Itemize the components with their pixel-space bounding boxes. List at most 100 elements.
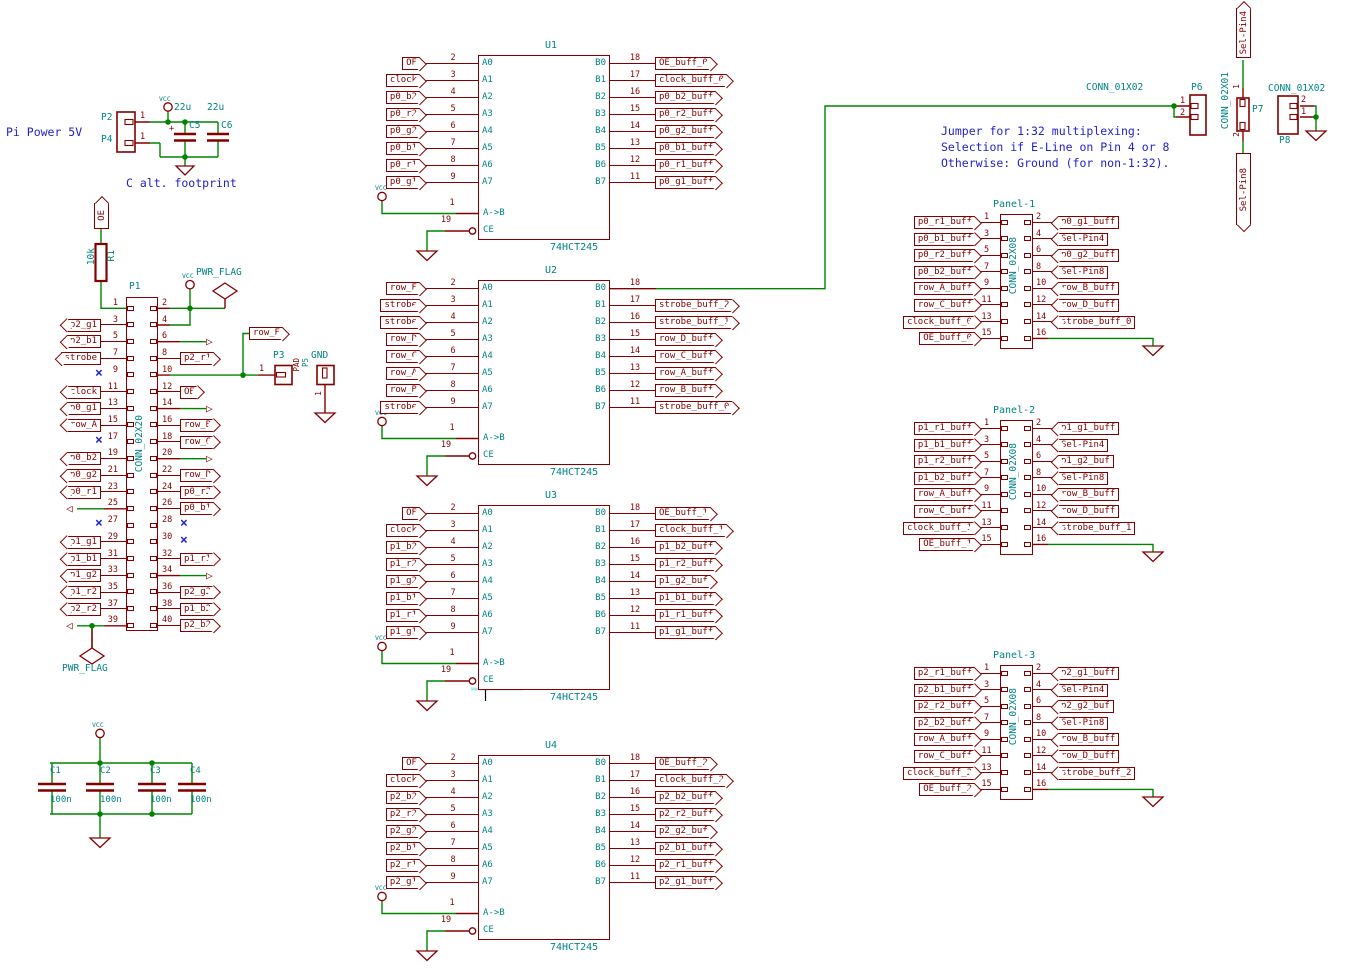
net-label[interactable]: p0_r1: [386, 159, 420, 172]
net-label[interactable]: row_A_buff: [914, 733, 975, 746]
chip-u3[interactable]: U3 OE 2 A0 B0 18 OE_buff_1 clock 3 A1 B1: [370, 480, 770, 710]
net-label[interactable]: Sel-Pin8: [1058, 472, 1108, 485]
net-label[interactable]: p1_g1: [386, 626, 420, 639]
net-label[interactable]: p0_b1_buff: [914, 233, 975, 246]
chip-u1[interactable]: U1 OE 2 A0 B0 18 OE_buff_0 clock 3 A1 B1: [370, 30, 770, 260]
net-label[interactable]: row_D_buff: [1058, 505, 1119, 518]
capacitor[interactable]: C1 100n: [50, 766, 61, 776]
net-label[interactable]: p1_r1: [180, 553, 214, 566]
net-label[interactable]: row_C: [180, 436, 214, 449]
net-label[interactable]: row_C: [386, 350, 420, 363]
net-label[interactable]: p0_b2_buff: [914, 266, 975, 279]
net-label[interactable]: OE: [402, 507, 420, 520]
net-label[interactable]: clock: [386, 774, 420, 787]
net-label[interactable]: p2_g2_buf: [655, 825, 711, 838]
chip-u2[interactable]: U2 row_E 2 A0 B0 18 strobe 3 A1 B1: [370, 255, 770, 485]
net-label[interactable]: p0_g2_buff: [655, 125, 716, 138]
net-label[interactable]: row_A_buff: [655, 367, 716, 380]
net-label[interactable]: p1_r1_buff: [914, 422, 975, 435]
net-label[interactable]: row_D_buff: [655, 333, 716, 346]
net-label[interactable]: row_B: [180, 419, 214, 432]
net-label[interactable]: p0_b2: [386, 91, 420, 104]
net-label[interactable]: p0_g2: [386, 125, 420, 138]
net-label[interactable]: OE_buff_0: [655, 57, 711, 70]
net-label[interactable]: row_B_buff: [1058, 733, 1119, 746]
net-label[interactable]: p1_r2: [386, 558, 420, 571]
net-label[interactable]: p2_g1_buff: [655, 876, 716, 889]
net-label[interactable]: p2_b2: [386, 791, 420, 804]
net-label[interactable]: strobe: [61, 352, 101, 365]
net-label[interactable]: p2_g2: [180, 586, 214, 599]
net-label[interactable]: p0_g1: [67, 402, 101, 415]
net-label[interactable]: strobe_buff_1: [655, 316, 732, 329]
net-label[interactable]: p2_b1_buff: [914, 684, 975, 697]
net-label[interactable]: row_E: [386, 282, 420, 295]
connector-panel-2[interactable]: Panel-2 CONN_02X08 p1_r1_buff 1 2 p1_g1_…: [890, 401, 1170, 566]
net-label[interactable]: row_C_buff: [914, 299, 975, 312]
net-label[interactable]: p1_b1_buff: [655, 592, 716, 605]
net-label-sel-pin8-vertical[interactable]: Sel-Pin8: [1236, 153, 1251, 225]
net-label[interactable]: row_B_buff: [655, 384, 716, 397]
net-label[interactable]: p1_b1_buff: [914, 439, 975, 452]
net-label[interactable]: p2_r1: [180, 352, 214, 365]
net-label[interactable]: row_B_buff: [1058, 282, 1119, 295]
net-label[interactable]: p1_b2_buff: [655, 541, 716, 554]
net-label[interactable]: strobe_buff_0: [655, 401, 732, 414]
net-label[interactable]: strobe: [380, 299, 420, 312]
net-label[interactable]: p0_g1_buff: [655, 176, 716, 189]
net-label[interactable]: p1_g2_buf: [1058, 455, 1114, 468]
net-label[interactable]: Sel-Pin8: [1058, 266, 1108, 279]
capacitor[interactable]: C2 100n: [100, 766, 111, 776]
net-label[interactable]: row_B_buff: [1058, 488, 1119, 501]
net-label[interactable]: Sel-Pin4: [1058, 233, 1108, 246]
net-label[interactable]: strobe: [380, 316, 420, 329]
net-label[interactable]: p1_g1: [67, 536, 101, 549]
net-label[interactable]: OE_buff_1: [655, 507, 711, 520]
net-label[interactable]: strobe_buff_2: [1058, 767, 1135, 780]
net-label[interactable]: Sel-Pin4: [1058, 439, 1108, 452]
net-label[interactable]: clock_buff_2: [655, 774, 727, 787]
net-label[interactable]: row_D: [386, 333, 420, 346]
net-label[interactable]: p0_b1: [386, 142, 420, 155]
net-label[interactable]: strobe_buff_2: [655, 299, 732, 312]
net-label[interactable]: p1_g2_buf: [655, 575, 711, 588]
net-label[interactable]: p0_r1_buff: [655, 159, 716, 172]
net-label[interactable]: OE_buff_2: [655, 757, 711, 770]
net-label[interactable]: Sel-Pin4: [1058, 684, 1108, 697]
net-label[interactable]: p1_g1_buff: [655, 626, 716, 639]
net-label[interactable]: row_C_buff: [914, 750, 975, 763]
net-label[interactable]: p0_r2: [386, 108, 420, 121]
net-label-row-e[interactable]: row_E: [249, 327, 283, 340]
chip-u4[interactable]: U4 OE 2 A0 B0 18 OE_buff_2 clock 3 A1 B1: [370, 730, 770, 965]
net-label[interactable]: p0_r2_buff: [655, 108, 716, 121]
net-label[interactable]: clock_buff_1: [655, 524, 727, 537]
net-label[interactable]: p2_b1: [386, 842, 420, 855]
net-label[interactable]: p2_b1_buff: [655, 842, 716, 855]
net-label[interactable]: p2_g2: [386, 825, 420, 838]
net-label[interactable]: p2_r1: [386, 859, 420, 872]
net-label[interactable]: clock: [386, 524, 420, 537]
net-label[interactable]: p2_g1: [386, 876, 420, 889]
net-label[interactable]: row_A: [386, 367, 420, 380]
net-label-sel-pin4-vertical[interactable]: Sel-Pin4: [1236, 8, 1251, 58]
net-label[interactable]: row_B: [386, 384, 420, 397]
net-label[interactable]: p0_r2: [180, 486, 214, 499]
net-label[interactable]: row_A: [67, 419, 101, 432]
net-label[interactable]: clock: [67, 386, 101, 399]
net-label[interactable]: strobe: [380, 401, 420, 414]
net-label[interactable]: p2_b2_buff: [655, 791, 716, 804]
net-label[interactable]: p2_b2: [180, 619, 214, 632]
net-label[interactable]: clock: [386, 74, 420, 87]
net-label[interactable]: p2_r2: [67, 603, 101, 616]
net-label[interactable]: p0_g1_buff: [1058, 216, 1119, 229]
net-label[interactable]: row_C_buff: [914, 505, 975, 518]
net-label[interactable]: p0_b2_buff: [655, 91, 716, 104]
net-label[interactable]: row_D: [180, 469, 214, 482]
net-label[interactable]: OE: [402, 757, 420, 770]
net-label[interactable]: p0_b2: [67, 452, 101, 465]
net-label[interactable]: p2_r2_buff: [655, 808, 716, 821]
net-label[interactable]: row_C_buff: [655, 350, 716, 363]
net-label[interactable]: clock_buff_0: [903, 316, 975, 329]
net-label[interactable]: row_D_buff: [1058, 299, 1119, 312]
net-label[interactable]: p2_g1: [67, 319, 101, 332]
